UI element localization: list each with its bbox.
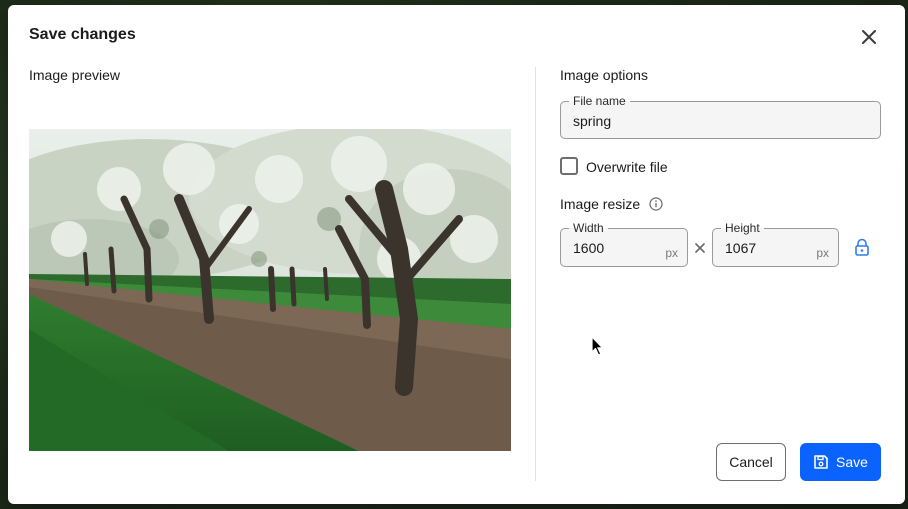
height-label: Height bbox=[721, 221, 764, 235]
file-name-field[interactable]: File name spring bbox=[560, 94, 881, 139]
overwrite-label: Overwrite file bbox=[586, 159, 668, 175]
orchard-image bbox=[29, 129, 511, 451]
save-button[interactable]: Save bbox=[800, 443, 881, 481]
lock-icon[interactable] bbox=[854, 238, 870, 256]
height-unit: px bbox=[816, 246, 829, 260]
file-name-value: spring bbox=[573, 113, 612, 129]
floppy-disk-icon bbox=[814, 455, 828, 469]
dialog-title: Save changes bbox=[29, 26, 136, 43]
pane-divider bbox=[535, 67, 536, 481]
options-pane: Image options File name spring Overwrite… bbox=[560, 67, 881, 267]
height-value: 1067 bbox=[725, 240, 757, 256]
width-value: 1600 bbox=[573, 240, 605, 256]
close-button[interactable] bbox=[855, 23, 883, 51]
options-label: Image options bbox=[560, 67, 648, 83]
image-resize-label: Image resize bbox=[560, 196, 641, 212]
info-icon[interactable] bbox=[649, 197, 663, 211]
image-preview bbox=[29, 129, 511, 451]
cancel-button[interactable]: Cancel bbox=[716, 443, 786, 481]
cancel-label: Cancel bbox=[729, 454, 773, 470]
save-changes-dialog: Save changes Image preview Image options… bbox=[8, 5, 905, 504]
save-label: Save bbox=[836, 454, 868, 470]
height-field[interactable]: Height 1067 px bbox=[712, 221, 839, 267]
times-icon bbox=[695, 243, 705, 253]
close-icon bbox=[862, 30, 876, 44]
preview-label: Image preview bbox=[29, 67, 121, 83]
overwrite-checkbox[interactable] bbox=[560, 157, 578, 175]
preview-pane: Image preview bbox=[29, 67, 511, 451]
mouse-pointer-icon bbox=[591, 336, 604, 356]
width-label: Width bbox=[569, 221, 608, 235]
width-field[interactable]: Width 1600 px bbox=[560, 221, 688, 267]
width-unit: px bbox=[665, 246, 678, 260]
file-name-label: File name bbox=[569, 94, 630, 108]
